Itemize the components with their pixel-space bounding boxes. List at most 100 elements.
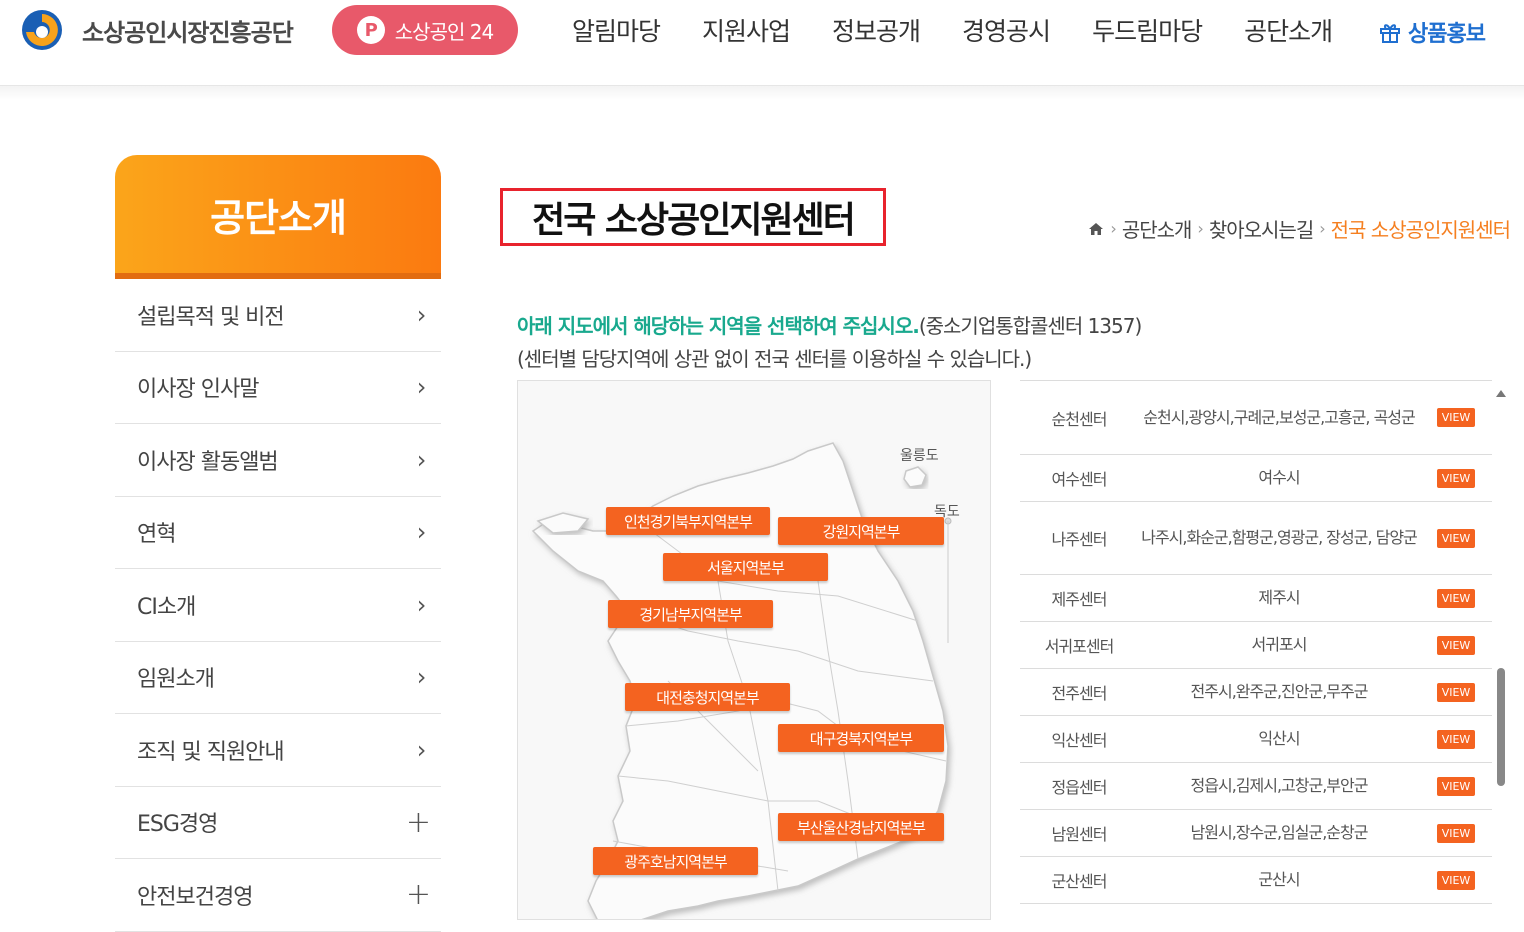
sidebar-item-label: CI소개 [137,594,196,620]
sidebar-item-label: 안전보건경영 [137,884,253,910]
plus-icon: + [405,877,431,913]
plus-icon: + [405,804,431,840]
sidebar-item-executives[interactable]: 임원소개 › [115,642,441,714]
region-gwangju-honam[interactable]: 광주호남지역본부 [593,847,758,875]
center-area: 나주시,화순군,함평군,영광군, 장성군, 담양군 [1141,528,1418,548]
center-name: 정읍센터 [1051,778,1108,797]
promo-label: 상품홍보 [1408,22,1486,47]
nav-item-notice[interactable]: 알림마당 [572,12,661,48]
center-name: 서귀포센터 [1044,637,1115,656]
chevron-right-icon: › [416,518,427,547]
sidebar-item-esg[interactable]: ESG경영 + [115,787,441,859]
view-button[interactable]: VIEW [1436,468,1476,488]
chevron-right-icon: › [416,300,427,329]
view-button[interactable]: VIEW [1436,682,1476,702]
guide-text: 아래 지도에서 해당하는 지역을 선택하여 주십시오.(중소기업통합콜센터 13… [517,310,1142,339]
center-name: 제주센터 [1051,590,1108,609]
center-name: 여수센터 [1051,470,1108,489]
center-name: 군산센터 [1051,872,1108,891]
chevron-right-icon: › [416,735,427,764]
sidebar-menu: 설립목적 및 비전 › 이사장 인사말 › 이사장 활동앨범 › 연혁 › CI… [115,279,441,932]
view-button[interactable]: VIEW [1436,729,1476,749]
center-list: 순천센터 순천시,광양시,구례군,보성군,고흥군, 곡성군 VIEW 여수센터 … [1020,380,1510,910]
nav-item-disclosure[interactable]: 경영공시 [962,12,1051,48]
sbiz24-label: 소상공인 24 [394,19,494,44]
chevron-right-icon: › [1319,219,1325,238]
site-header: 소상공인시장진흥공단 P 소상공인 24 알림마당 지원사업 정보공개 경영공시… [0,0,1524,86]
center-name: 순천센터 [1051,409,1108,429]
breadcrumb: › 공단소개 › 찾아오시는길 › 전국 소상공인지원센터 [1088,214,1511,243]
breadcrumb-current: 전국 소상공인지원센터 [1330,218,1511,242]
sidebar-item-safety[interactable]: 안전보건경영 + [115,859,441,932]
sidebar-title: 공단소개 [115,155,441,279]
view-button[interactable]: VIEW [1436,870,1476,890]
region-daejeon-chungcheong[interactable]: 대전충청지역본부 [625,683,790,711]
nav-item-about[interactable]: 공단소개 [1244,12,1333,48]
sidebar-item-label: 이사장 활동앨범 [137,449,279,475]
sbiz24-button[interactable]: P 소상공인 24 [332,5,518,55]
sidebar-item-label: 이사장 인사말 [137,377,259,403]
view-button[interactable]: VIEW [1436,588,1476,608]
center-name: 남원센터 [1051,825,1108,844]
scrollbar-thumb[interactable] [1497,668,1505,786]
sidebar-item-history[interactable]: 연혁 › [115,497,441,569]
region-busan-ulsan-gyeongnam[interactable]: 부산울산경남지역본부 [778,813,944,841]
table-row: 익산센터 익산시 VIEW [1020,716,1492,763]
chevron-right-icon: › [416,373,427,402]
table-row: 나주센터 나주시,화순군,함평군,영광군, 장성군, 담양군 VIEW [1020,502,1492,575]
table-row: 서귀포센터 서귀포시 VIEW [1020,622,1492,669]
view-button[interactable]: VIEW [1436,528,1476,548]
center-area: 군산시 [1258,870,1300,890]
guide-note: (센터별 담당지역에 상관 없이 전국 센터를 이용하실 수 있습니다.) [517,347,1032,371]
nav-item-dodream[interactable]: 두드림마당 [1092,12,1203,48]
scroll-up-arrow-icon[interactable] [1496,390,1506,397]
chevron-right-icon: › [416,663,427,692]
center-name: 익산센터 [1051,731,1108,750]
view-button[interactable]: VIEW [1436,823,1476,843]
region-incheon-gyeonggi-north[interactable]: 인천경기북부지역본부 [606,507,770,535]
view-button[interactable]: VIEW [1436,776,1476,796]
region-gyeonggi-south[interactable]: 경기남부지역본부 [608,600,773,628]
korea-map: 울릉도 독도 인천경기북부지역본부 강원지역본부 서울지역본부 경기남부지역본부… [517,380,991,920]
view-button[interactable]: VIEW [1436,635,1476,655]
breadcrumb-item[interactable]: 공단소개 [1122,214,1193,243]
table-row: 전주센터 전주시,완주군,진안군,무주군 VIEW [1020,669,1492,716]
center-area: 제주시 [1258,588,1300,608]
center-area: 전주시,완주군,진안군,무주군 [1190,682,1369,702]
sidebar-item-album[interactable]: 이사장 활동앨범 › [115,424,441,497]
view-button[interactable]: VIEW [1436,408,1476,427]
sidebar-item-organization[interactable]: 조직 및 직원안내 › [115,714,441,787]
region-daegu-gyeongbuk[interactable]: 대구경북지역본부 [778,724,944,752]
sidebar-item-label: ESG경영 [137,812,218,838]
product-promo-link[interactable]: 상품홍보 [1378,16,1486,48]
nav-item-support[interactable]: 지원사업 [702,12,791,48]
breadcrumb-item[interactable]: 찾아오시는길 [1209,214,1314,243]
nav-item-info[interactable]: 정보공개 [832,12,921,48]
sidebar-item-greeting[interactable]: 이사장 인사말 › [115,352,441,424]
center-area: 순천시,광양시,구례군,보성군,고흥군, 곡성군 [1143,407,1415,427]
guide-callcenter: (중소기업통합콜센터 1357) [918,314,1142,338]
region-gangwon[interactable]: 강원지역본부 [778,517,944,545]
list-scrollbar[interactable] [1494,388,1508,910]
org-name: 소상공인시장진흥공단 [82,18,294,47]
island-label-ulleungdo: 울릉도 [900,448,939,464]
center-name: 전주센터 [1051,684,1108,703]
chevron-right-icon: › [1110,219,1116,238]
chevron-right-icon: › [416,590,427,619]
gift-icon [1380,24,1400,43]
guide-highlight: 아래 지도에서 해당하는 지역을 선택하여 주십시오. [517,314,920,338]
center-name: 나주센터 [1051,530,1108,549]
logo-icon [22,10,62,50]
sidebar-item-label: 설립목적 및 비전 [137,304,285,330]
center-area: 정읍시,김제시,고창군,부안군 [1190,776,1369,796]
table-row: 정읍센터 정읍시,김제시,고창군,부안군 VIEW [1020,763,1492,810]
center-area: 남원시,장수군,임실군,순창군 [1190,823,1369,843]
sidebar-item-label: 조직 및 직원안내 [137,739,285,765]
sidebar-item-vision[interactable]: 설립목적 및 비전 › [115,279,441,352]
region-seoul[interactable]: 서울지역본부 [663,553,828,581]
sidebar-item-ci[interactable]: CI소개 › [115,569,441,642]
header-shadow [0,86,1524,100]
site-logo[interactable]: 소상공인시장진흥공단 [14,8,294,52]
home-icon[interactable] [1088,222,1104,236]
center-area: 여수시 [1258,468,1300,488]
